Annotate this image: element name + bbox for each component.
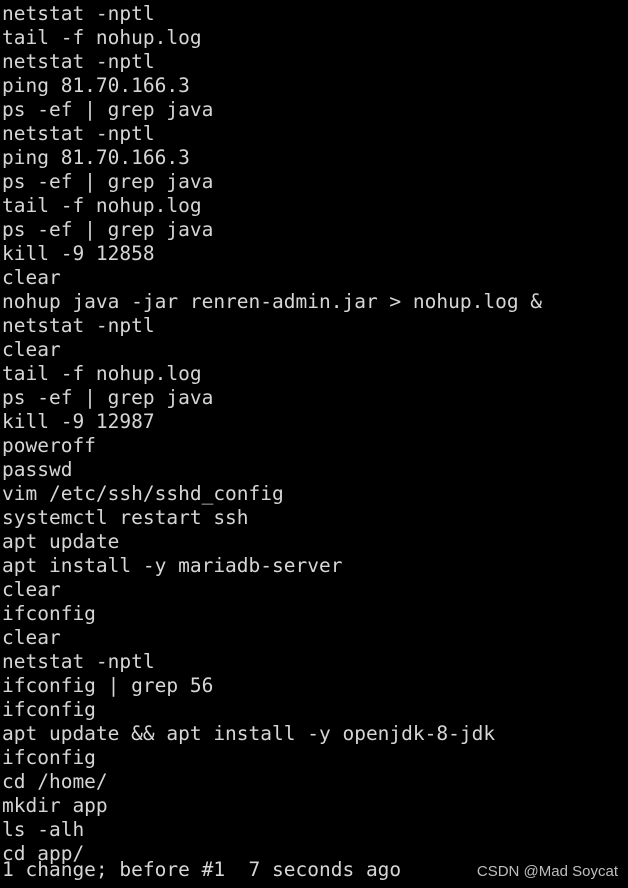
history-line: nohup java -jar renren-admin.jar > nohup…	[2, 290, 543, 313]
history-line: netstat -nptl	[2, 314, 155, 337]
history-line: vim /etc/ssh/sshd_config	[2, 482, 284, 505]
history-line: netstat -nptl	[2, 50, 155, 73]
command-history-list: netstat -nptl tail -f nohup.log netstat -n…	[2, 2, 626, 866]
history-line: clear	[2, 578, 61, 601]
history-line: mkdir app	[2, 794, 108, 817]
history-line: ifconfig	[2, 698, 96, 721]
history-line: tail -f nohup.log	[2, 194, 202, 217]
history-line: ping 81.70.166.3	[2, 146, 190, 169]
history-line: tail -f nohup.log	[2, 362, 202, 385]
csdn-watermark: CSDN @Mad Soycat	[476, 863, 618, 880]
history-line: apt update && apt install -y openjdk-8-j…	[2, 722, 496, 745]
history-line: kill -9 12858	[2, 242, 155, 265]
history-line: apt install -y mariadb-server	[2, 554, 343, 577]
terminal-window[interactable]: netstat -nptl tail -f nohup.log netstat -n…	[0, 0, 628, 888]
history-line: ps -ef | grep java	[2, 218, 214, 241]
history-line: netstat -nptl	[2, 122, 155, 145]
history-line: cd /home/	[2, 770, 108, 793]
history-line: ls -alh	[2, 818, 85, 841]
history-line: clear	[2, 338, 61, 361]
history-line: passwd	[2, 458, 73, 481]
editor-status-line: 1 change; before #1 7 seconds ago	[2, 858, 402, 881]
history-line: ps -ef | grep java	[2, 98, 214, 121]
history-line: poweroff	[2, 434, 96, 457]
history-line: tail -f nohup.log	[2, 26, 202, 49]
history-line: ps -ef | grep java	[2, 386, 214, 409]
history-line: ifconfig	[2, 746, 96, 769]
history-line: netstat -nptl	[2, 650, 155, 673]
history-line: clear	[2, 626, 61, 649]
history-line: clear	[2, 266, 61, 289]
history-line: ps -ef | grep java	[2, 170, 214, 193]
history-line: ifconfig	[2, 602, 96, 625]
history-line: netstat -nptl	[2, 2, 155, 25]
history-line: ping 81.70.166.3	[2, 74, 190, 97]
history-line: apt update	[2, 530, 120, 553]
history-line: kill -9 12987	[2, 410, 155, 433]
history-line: systemctl restart ssh	[2, 506, 249, 529]
history-line: ifconfig | grep 56	[2, 674, 214, 697]
